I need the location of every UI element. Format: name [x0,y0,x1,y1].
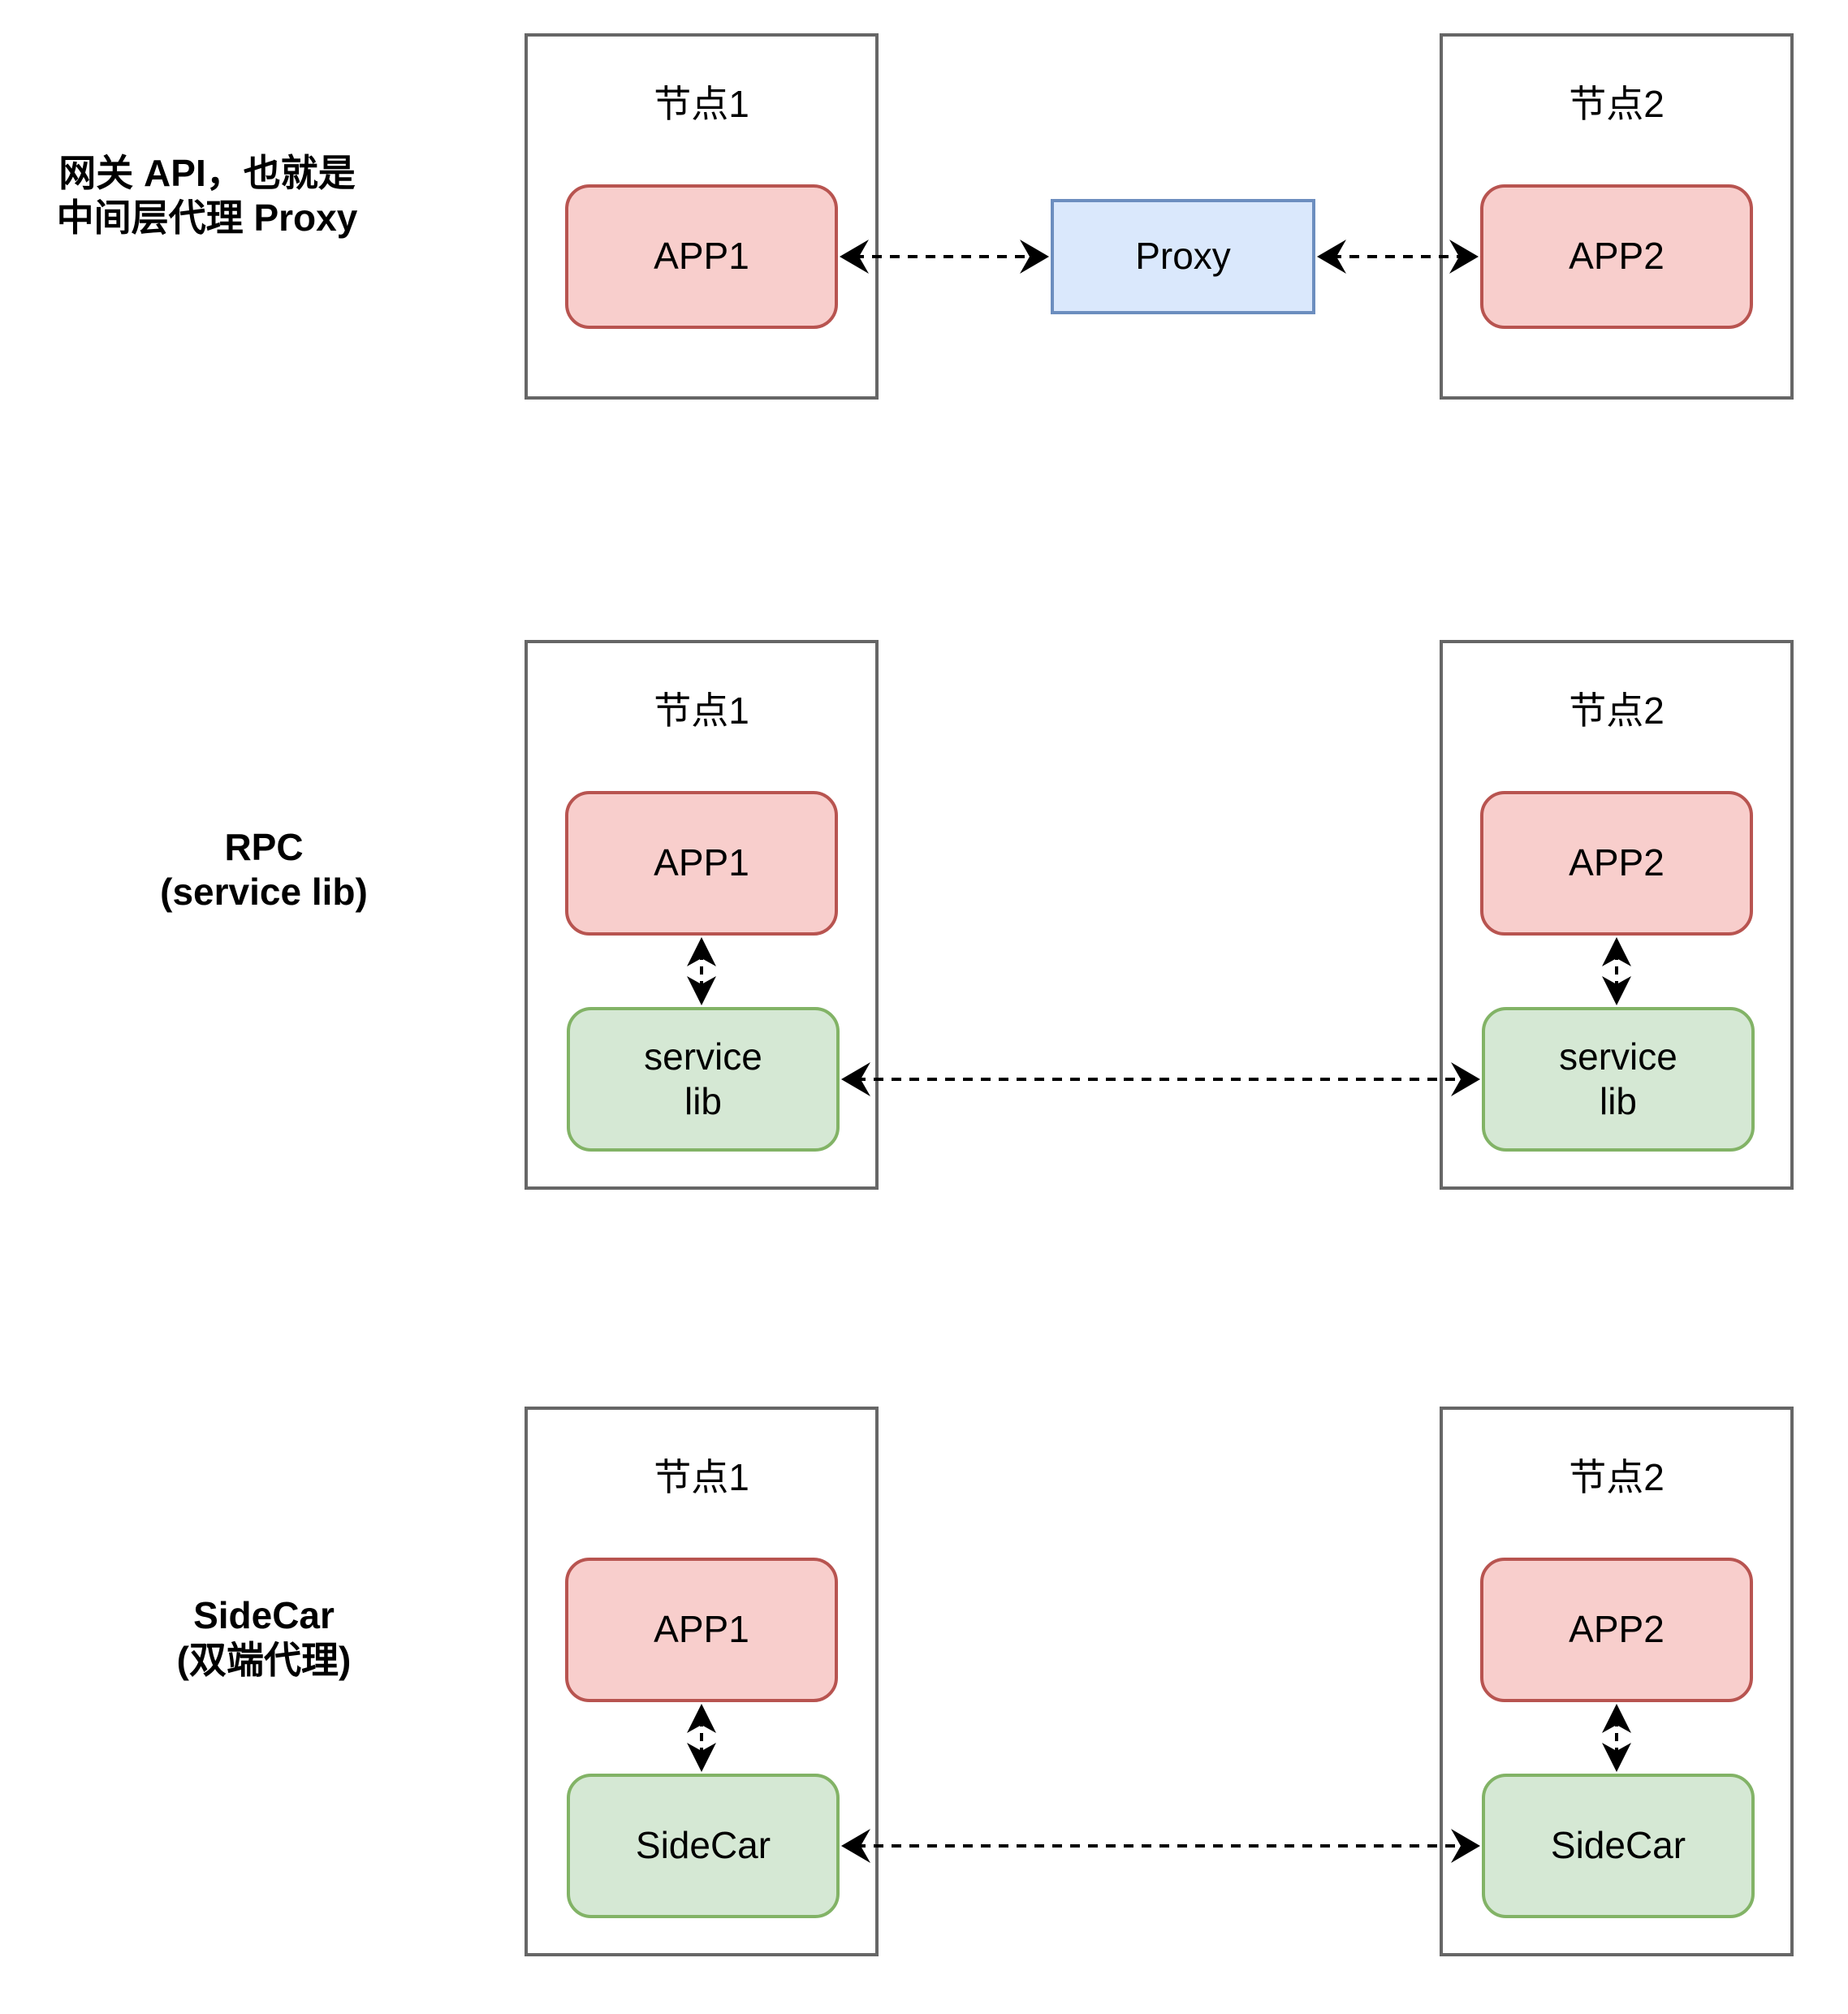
app2-box[interactable]: APP2 [1480,184,1753,329]
section-label-line2: 中间层代理 Proxy [56,197,358,240]
arrowhead-left-icon [1317,240,1346,274]
section-label-line1: RPC [224,826,304,868]
sidecar-2-label: SideCar [1550,1824,1686,1867]
node-1-title: 节点1 [654,689,749,732]
service-lib-1-label: service lib [644,1035,762,1124]
section-label-line1: 网关 API，也就是 [58,152,356,194]
service-lib-2-label: service lib [1559,1035,1677,1124]
service-lib-1-line2: lib [684,1080,723,1122]
service-lib-1-box[interactable]: service lib [567,1007,840,1152]
app1-label: APP1 [654,841,749,884]
app1-label: APP1 [654,235,749,278]
section-label-line2: (双端代理) [176,1639,352,1682]
service-lib-1-line1: service [644,1035,762,1078]
node-2-title: 节点2 [1569,1456,1664,1498]
arrowhead-right-icon [1020,240,1049,274]
section-label-sidecar: SideCar (双端代理) [101,1593,426,1683]
section-label-gateway: 网关 API，也就是 中间层代理 Proxy [32,151,382,240]
sidecar-2-box[interactable]: SideCar [1482,1774,1755,1918]
node-1-title: 节点1 [654,83,749,125]
app1-box[interactable]: APP1 [565,1558,838,1702]
service-lib-2-line2: lib [1599,1080,1638,1122]
edge-sidecar1-sidecar2 [841,1829,1480,1863]
app1-box[interactable]: APP1 [565,184,838,329]
service-lib-2-box[interactable]: service lib [1482,1007,1755,1152]
section-label-rpc: RPC (service lib) [101,825,426,914]
sidecar-1-box[interactable]: SideCar [567,1774,840,1918]
node-1-title: 节点1 [654,1456,749,1498]
app2-label: APP2 [1569,841,1664,884]
app2-label: APP2 [1569,235,1664,278]
node-2-title: 节点2 [1569,689,1664,732]
section-label-line2: (service lib) [160,871,368,914]
app1-box[interactable]: APP1 [565,791,838,936]
section-label-line1: SideCar [193,1594,335,1636]
node-2-title: 节点2 [1569,83,1664,125]
app2-box[interactable]: APP2 [1480,791,1753,936]
app2-box[interactable]: APP2 [1480,1558,1753,1702]
proxy-box[interactable]: Proxy [1051,199,1315,314]
sidecar-1-label: SideCar [635,1824,771,1867]
app1-label: APP1 [654,1608,749,1651]
proxy-label: Proxy [1135,235,1231,278]
service-lib-2-line1: service [1559,1035,1677,1078]
app2-label: APP2 [1569,1608,1664,1651]
edge-servicelib1-servicelib2 [841,1062,1480,1096]
